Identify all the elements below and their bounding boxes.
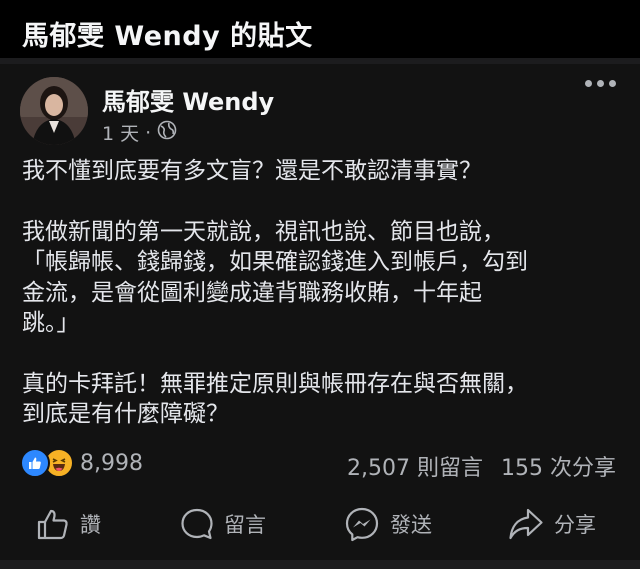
post-line: 真的卡拜託！無罪推定原則與帳冊存在與否無關， <box>22 370 528 397</box>
meta-separator: · <box>145 121 152 144</box>
action-bar: 讚 留言 發送 分享 <box>0 504 640 544</box>
post-line: 我不懂到底要有多文盲？還是不敢認清事實？ <box>22 158 482 184</box>
comment-label: 留言 <box>224 513 266 537</box>
post-meta: 1 天 · <box>102 119 177 146</box>
like-button[interactable]: 讚 <box>36 504 101 544</box>
thumbs-up-icon <box>37 509 68 540</box>
post-line: 金流，是會從圖利變成違背職務收賄，十年起 <box>22 279 482 306</box>
author-name[interactable]: 馬郁雯 Wendy <box>102 82 274 117</box>
post-card: 馬郁雯 Wendy 1 天 · 我不懂到底要有多文盲？還是不敢認清事實？ 我做新… <box>0 64 640 560</box>
page-title: 馬郁雯 Wendy 的貼文 <box>22 21 313 52</box>
post-line: 跳。」 <box>22 310 80 336</box>
comments-count[interactable]: 2,507 則留言 <box>347 450 483 482</box>
post-line: 我做新聞的第一天就說，視訊也說、節目也說， <box>22 218 505 245</box>
share-icon <box>509 508 543 540</box>
shares-count[interactable]: 155 次分享 <box>501 450 616 482</box>
divider-bottom <box>0 560 640 569</box>
reactions-count: 8,998 <box>80 450 143 476</box>
post-body: 我不懂到底要有多文盲？還是不敢認清事實？ 我做新聞的第一天就說，視訊也說、節目也… <box>22 156 612 430</box>
author-avatar[interactable] <box>20 77 88 145</box>
comment-button[interactable]: 留言 <box>180 504 266 544</box>
share-label: 分享 <box>554 513 596 537</box>
share-button[interactable]: 分享 <box>508 504 596 544</box>
more-icon[interactable] <box>585 80 616 87</box>
messenger-icon <box>345 507 379 542</box>
send-button[interactable]: 發送 <box>344 504 432 544</box>
like-reaction-icon <box>20 448 50 478</box>
comment-icon <box>181 508 213 540</box>
post-line: 到底是有什麼障礙？ <box>22 401 229 427</box>
like-label: 讚 <box>80 513 101 537</box>
reactions-summary[interactable]: 8,998 <box>20 448 143 478</box>
post-time[interactable]: 1 天 <box>102 119 139 146</box>
post-stats: 2,507 則留言 155 次分享 <box>347 450 616 482</box>
globe-icon <box>157 120 177 145</box>
post-line: 「帳歸帳、錢歸錢，如果確認錢進入到帳戶，勾到 <box>22 249 528 275</box>
send-label: 發送 <box>390 513 432 537</box>
